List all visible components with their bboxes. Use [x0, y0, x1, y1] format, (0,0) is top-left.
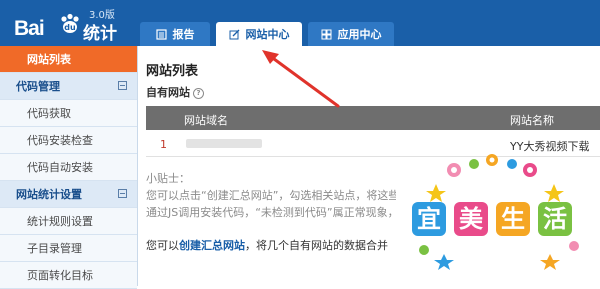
watermark-char: 活 — [538, 202, 572, 236]
sidebar-item-label: 代码安装检查 — [27, 134, 93, 147]
logo-suffix: 统计 — [83, 24, 117, 44]
hint-prefix: 您可以 — [146, 239, 179, 252]
tab-label: 网站中心 — [245, 28, 290, 41]
edit-icon — [229, 29, 239, 39]
tips-title: 小贴士： — [146, 172, 190, 185]
table-header: 网站域名 网站名称 — [146, 106, 600, 130]
sidebar-item-label: 代码自动安装 — [27, 161, 93, 174]
top-header: Bai du 统计 3.0版 报告 网站中心 应用中心 — [0, 0, 600, 46]
tab-app-center[interactable]: 应用中心 — [308, 22, 394, 46]
watermark-char: 宜 — [412, 202, 446, 236]
tips-line: 您可以点击“创建汇总网站”，勾选相关站点，将这些 — [146, 189, 396, 202]
column-domain: 网站域名 — [184, 114, 228, 127]
sidebar-group-code-management[interactable]: 代码管理 — [0, 73, 137, 100]
page-title: 网站列表 — [146, 64, 199, 79]
blurred-domain — [186, 139, 262, 148]
sidebar: 网站列表 代码管理 代码获取 代码安装检查 代码自动安装 网站统计设置 统计规则… — [0, 46, 138, 289]
tips-box: 小贴士： 您可以点击“创建汇总网站”，勾选相关站点，将这些 通过JS调用安装代码… — [146, 170, 396, 221]
sidebar-item-label: 网站统计设置 — [16, 188, 82, 201]
collapse-icon[interactable] — [118, 189, 127, 198]
sidebar-item-code-auto-install[interactable]: 代码自动安装 — [0, 154, 137, 181]
watermark-char: 美 — [454, 202, 488, 236]
grid-icon — [321, 29, 331, 39]
watermark-logo: 宜 美 生 活 — [404, 150, 600, 274]
version-badge: 3.0版 — [89, 10, 115, 21]
sidebar-item-label: 统计规则设置 — [27, 215, 93, 228]
sidebar-item-page-conversion[interactable]: 页面转化目标 — [0, 262, 137, 289]
row-index: 1 — [160, 138, 167, 151]
sidebar-group-site-stat-settings[interactable]: 网站统计设置 — [0, 181, 137, 208]
tab-report[interactable]: 报告 — [140, 22, 210, 46]
sidebar-item-subdirectory[interactable]: 子目录管理 — [0, 235, 137, 262]
watermark-char: 生 — [496, 202, 530, 236]
svg-text:du: du — [64, 23, 76, 32]
sidebar-item-label: 代码获取 — [27, 107, 71, 120]
tips-line: 通过JS调用安装代码，“未检测到代码”属正常现象， — [146, 206, 396, 219]
tab-label: 报告 — [172, 28, 195, 41]
sidebar-item-label: 网站列表 — [27, 53, 71, 66]
collapse-icon[interactable] — [118, 81, 127, 90]
tab-label: 应用中心 — [337, 28, 382, 41]
tab-website-center[interactable]: 网站中心 — [216, 22, 302, 46]
paw-icon: du — [59, 13, 81, 38]
sidebar-item-label: 代码管理 — [16, 80, 60, 93]
column-site-name: 网站名称 — [510, 114, 554, 127]
baidu-tongji-logo[interactable]: Bai du 统计 3.0版 — [10, 5, 135, 44]
sidebar-item-code-install-check[interactable]: 代码安装检查 — [0, 127, 137, 154]
logo-text: Bai — [14, 17, 45, 40]
hint-suffix: ，将几个自有网站的数据合并 — [245, 239, 388, 252]
report-icon — [155, 28, 167, 40]
sidebar-item-label: 页面转化目标 — [27, 269, 93, 282]
sidebar-item-label: 子目录管理 — [27, 242, 82, 255]
section-title-text: 自有网站 — [146, 86, 190, 99]
section-title: 自有网站? — [146, 84, 204, 100]
sidebar-item-get-code[interactable]: 代码获取 — [0, 100, 137, 127]
sidebar-item-stat-rules[interactable]: 统计规则设置 — [0, 208, 137, 235]
create-summary-site-link[interactable]: 创建汇总网站 — [179, 239, 245, 252]
help-icon[interactable]: ? — [193, 88, 204, 99]
sidebar-item-website-list[interactable]: 网站列表 — [0, 46, 137, 73]
create-summary-hint: 您可以创建汇总网站，将几个自有网站的数据合并 — [146, 237, 388, 253]
